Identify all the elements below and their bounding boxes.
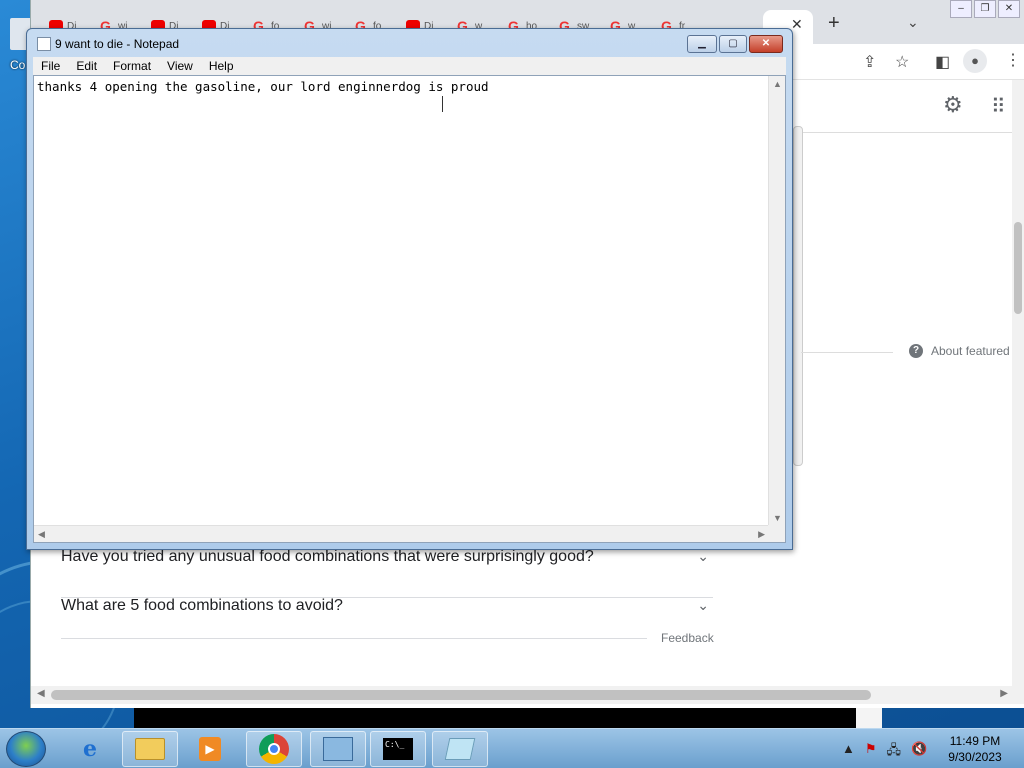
command-prompt-icon[interactable]: C:\_ [370,731,426,767]
close-tab-icon[interactable]: ✕ [791,16,803,33]
chrome-taskbar-icon[interactable] [246,731,302,767]
background-window-edge [856,708,882,728]
page-horizontal-scrollbar[interactable]: ◀ ▶ [31,686,1024,704]
menu-format[interactable]: Format [113,59,151,73]
side-panel-edge [793,126,803,466]
scroll-right-icon[interactable]: ▶ [1000,688,1008,699]
chevron-down-icon[interactable]: ⌄ [697,548,709,565]
desktop-icon-label[interactable]: Co [10,58,25,72]
play-icon: ▶ [199,737,221,761]
notepad-taskbar-icon[interactable] [432,731,488,767]
system-tray: ▲ ⚑ 🖧 🔇 [842,741,927,763]
scroll-right-icon[interactable]: ▶ [758,529,765,540]
divider [801,352,893,353]
side-panel-icon[interactable]: ◧ [935,52,950,72]
window-title: 9 want to die - Notepad [55,37,180,51]
help-icon: ? [909,344,923,358]
media-player-icon[interactable]: ▶ [182,731,238,767]
menu-file[interactable]: File [41,59,60,73]
minimize-button[interactable]: – [950,0,972,18]
document-text[interactable]: thanks 4 opening the gasoline, our lord … [37,79,489,94]
horizontal-scrollbar[interactable]: ◀ ▶ [34,525,769,542]
start-button[interactable] [6,731,46,767]
action-center-icon[interactable]: ⚑ [865,741,877,763]
text-cursor-icon [442,96,444,112]
menu-help[interactable]: Help [209,59,234,73]
system-clock[interactable]: 11:49 PM 9/30/2023 [940,733,1010,765]
notepad-icon [444,738,476,760]
volume-muted-icon[interactable]: 🔇 [911,741,927,763]
new-tab-button[interactable]: + [828,12,840,35]
resize-grip-icon[interactable] [768,525,785,542]
control-panel-icon[interactable] [310,731,366,767]
menu-kebab-icon[interactable]: ⋮ [1005,50,1021,70]
scroll-down-icon[interactable]: ▼ [773,513,782,523]
vertical-scrollbar[interactable]: ▲ ▼ [768,76,785,526]
settings-gear-icon[interactable]: ⚙ [943,92,963,118]
notepad-window[interactable]: 9 want to die - Notepad ▁ ▢ ✕ File Edit … [26,28,793,550]
feedback-link[interactable]: Feedback [661,631,714,645]
menu-edit[interactable]: Edit [76,59,97,73]
faq-item[interactable]: What are 5 food combinations to avoid? ⌄ [61,597,713,641]
scroll-left-icon[interactable]: ◀ [37,688,45,699]
chevron-down-icon[interactable]: ⌄ [697,597,709,614]
close-button[interactable]: ✕ [749,35,783,53]
tab-search-chevron-icon[interactable]: ⌄ [907,14,919,31]
about-featured-snippets[interactable]: ? About featured [909,344,1010,358]
profile-avatar-icon[interactable]: ● [963,49,987,73]
faq-item[interactable]: Have you tried any unusual food combinat… [61,548,713,598]
faq-question: What are 5 food combinations to avoid? [61,597,343,614]
chrome-icon [259,734,289,764]
scrollbar-thumb[interactable] [1014,222,1022,314]
background-window-edge [134,708,856,728]
file-explorer-icon[interactable] [122,731,178,767]
clock-time: 11:49 PM [949,734,1001,748]
chrome-window-controls: – ❐ ✕ [950,0,1020,18]
taskbar: e ▶ C:\_ ▲ ⚑ 🖧 🔇 11:49 PM 9/30/2023 [0,728,1024,768]
scrollbar-thumb[interactable] [51,690,871,700]
monitor-icon [323,737,353,761]
divider [61,638,647,639]
restore-button[interactable]: ❐ [974,0,996,18]
menu-view[interactable]: View [167,59,193,73]
folder-icon [135,738,165,760]
notepad-icon[interactable] [37,37,51,51]
internet-explorer-icon[interactable]: e [62,731,118,767]
minimize-button[interactable]: ▁ [687,35,717,53]
menu-bar: File Edit Format View Help [33,57,786,75]
google-apps-icon[interactable]: ⠿ [991,94,1006,119]
maximize-button[interactable]: ▢ [719,35,747,53]
close-button[interactable]: ✕ [998,0,1020,18]
clock-date: 9/30/2023 [948,750,1002,764]
show-hidden-icons-icon[interactable]: ▲ [842,741,855,763]
bookmark-star-icon[interactable]: ☆ [895,52,909,72]
faq-question: Have you tried any unusual food combinat… [61,548,594,565]
network-icon[interactable]: 🖧 [887,741,902,763]
share-icon[interactable]: ⇪ [863,52,876,72]
about-featured-label: About featured [931,344,1010,358]
page-vertical-scrollbar[interactable] [1012,80,1024,686]
header-divider [801,132,1013,133]
text-editor-area[interactable]: thanks 4 opening the gasoline, our lord … [33,75,786,543]
terminal-icon: C:\_ [383,738,413,760]
scroll-up-icon[interactable]: ▲ [773,79,782,89]
scroll-left-icon[interactable]: ◀ [38,529,45,540]
